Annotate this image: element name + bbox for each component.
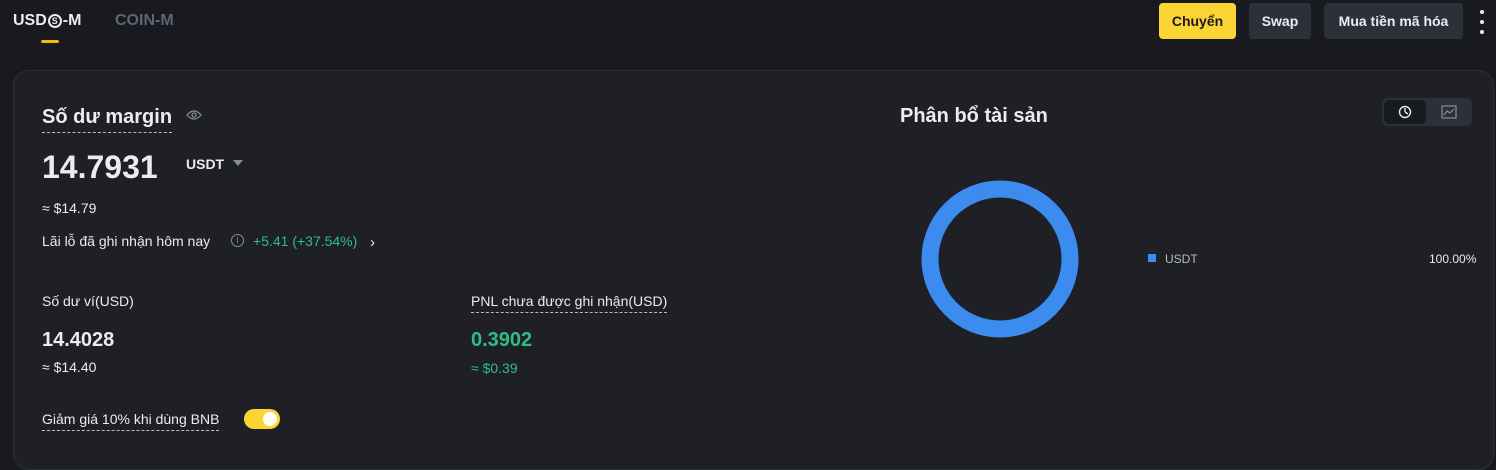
caret-down-icon[interactable] bbox=[233, 160, 243, 166]
chevron-right-icon[interactable]: › bbox=[370, 234, 375, 251]
swap-button[interactable]: Swap bbox=[1249, 3, 1311, 39]
line-chart-view-button[interactable] bbox=[1428, 100, 1470, 124]
info-icon[interactable]: i bbox=[231, 234, 244, 247]
margin-overview-card: Số dư margin 14.7931 USDT ≈ $14.79 Lãi l… bbox=[13, 70, 1494, 470]
balance-unit-select[interactable]: USDT bbox=[186, 156, 224, 172]
top-bar: USD S -M COIN-M Chuyển Swap Mua tiền mã hó… bbox=[0, 0, 1496, 44]
margin-balance-value: 14.7931 bbox=[42, 149, 158, 185]
asset-allocation-title: Phân bổ tài sản bbox=[900, 105, 1048, 127]
bnb-discount-toggle[interactable] bbox=[244, 409, 280, 429]
unrealized-pnl-approx: ≈ $0.39 bbox=[471, 360, 518, 376]
active-tab-indicator bbox=[41, 40, 59, 43]
legend-asset-percent: 100.00% bbox=[1429, 252, 1477, 266]
allocation-donut-chart bbox=[921, 180, 1079, 338]
stablecoin-icon: S bbox=[47, 14, 62, 28]
margin-balance-approx: ≈ $14.79 bbox=[42, 200, 97, 216]
bnb-discount-label[interactable]: Giảm giá 10% khi dùng BNB bbox=[42, 411, 220, 431]
chart-view-switch bbox=[1382, 98, 1472, 126]
tab-usds-m[interactable]: USD S -M bbox=[13, 12, 81, 30]
today-pnl-label: Lãi lỗ đã ghi nhận hôm nay bbox=[42, 233, 211, 249]
pie-chart-view-button[interactable] bbox=[1384, 100, 1426, 124]
donut-segment-usdt bbox=[921, 180, 1079, 338]
eye-icon[interactable] bbox=[186, 108, 202, 122]
tab-usds-m-suffix: -M bbox=[62, 12, 82, 29]
wallet-balance-label: Số dư ví(USD) bbox=[42, 293, 134, 309]
tab-coin-m[interactable]: COIN-M bbox=[115, 12, 174, 30]
transfer-button[interactable]: Chuyển bbox=[1159, 3, 1236, 39]
line-chart-icon bbox=[1441, 105, 1457, 119]
more-vertical-icon[interactable] bbox=[1478, 10, 1486, 34]
legend-swatch-usdt bbox=[1148, 254, 1156, 262]
wallet-balance-approx: ≈ $14.40 bbox=[42, 359, 97, 375]
margin-balance-title[interactable]: Số dư margin bbox=[42, 106, 173, 133]
buy-crypto-button[interactable]: Mua tiền mã hóa bbox=[1324, 3, 1463, 39]
unrealized-pnl-label[interactable]: PNL chưa được ghi nhận(USD) bbox=[471, 293, 668, 313]
wallet-balance-value: 14.4028 bbox=[42, 329, 115, 351]
unrealized-pnl-value: 0.3902 bbox=[471, 329, 533, 351]
pie-chart-icon bbox=[1398, 105, 1412, 119]
tab-usds-m-label: USD bbox=[13, 12, 47, 29]
today-pnl-value: +5.41 (+37.54%) bbox=[253, 233, 358, 249]
legend-asset-name: USDT bbox=[1165, 252, 1198, 266]
toggle-knob bbox=[263, 412, 277, 426]
